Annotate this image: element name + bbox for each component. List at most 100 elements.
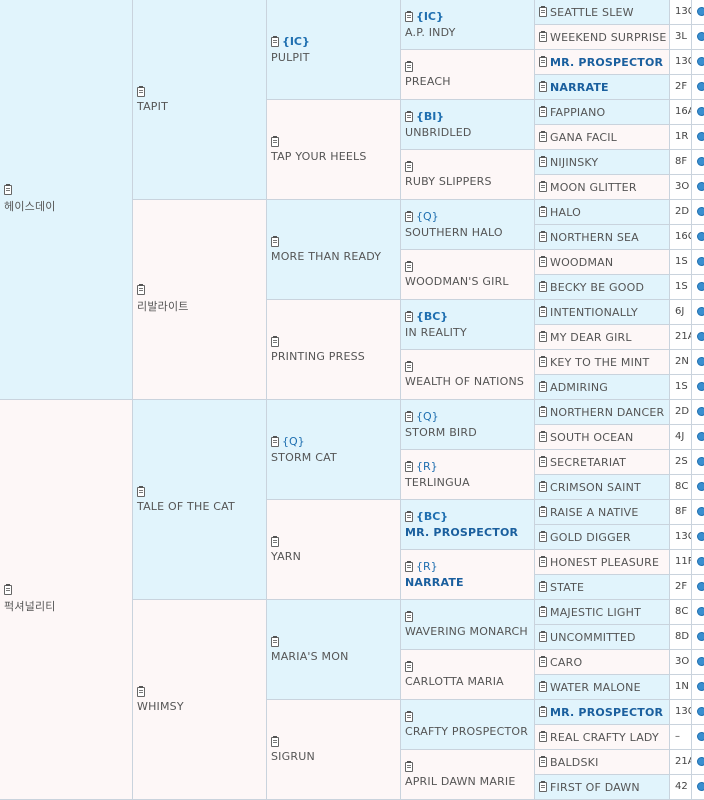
clipboard-icon[interactable]: [405, 760, 413, 772]
clipboard-icon[interactable]: [539, 6, 547, 17]
info-button[interactable]: [692, 75, 704, 100]
info-button[interactable]: [692, 450, 704, 475]
info-button[interactable]: [692, 625, 704, 650]
horse-cell-g5-1[interactable]: WEEKEND SURPRISE: [535, 25, 670, 50]
horse-cell-g5-29[interactable]: REAL CRAFTY LADY: [535, 725, 670, 750]
horse-cell-g4-2[interactable]: {BI} UNBRIDLED: [401, 100, 535, 150]
horse-name[interactable]: UNCOMMITTED: [550, 631, 636, 644]
horse-name[interactable]: TALE OF THE CAT: [137, 500, 235, 513]
info-button[interactable]: [692, 150, 704, 175]
horse-name[interactable]: HALO: [550, 206, 581, 219]
info-button[interactable]: [692, 200, 704, 225]
horse-name[interactable]: WOODMAN'S GIRL: [405, 275, 509, 288]
clipboard-icon[interactable]: [4, 184, 12, 195]
info-icon[interactable]: [697, 282, 704, 291]
info-button[interactable]: [692, 375, 704, 400]
info-icon[interactable]: [697, 582, 704, 591]
clipboard-icon[interactable]: [405, 410, 413, 422]
info-icon[interactable]: [697, 182, 704, 191]
horse-name[interactable]: BECKY BE GOOD: [550, 281, 644, 294]
horse-cell-g5-28[interactable]: MR. PROSPECTOR: [535, 700, 670, 725]
clipboard-icon[interactable]: [137, 685, 145, 697]
horse-cell-g5-4[interactable]: FAPPIANO: [535, 100, 670, 125]
clipboard-icon[interactable]: [271, 235, 279, 247]
info-icon[interactable]: [697, 107, 704, 116]
horse-name[interactable]: MR. PROSPECTOR: [550, 706, 663, 719]
horse-cell-g4-9[interactable]: {R} TERLINGUA: [401, 450, 535, 500]
horse-cell-g5-20[interactable]: RAISE A NATIVE: [535, 500, 670, 525]
horse-name[interactable]: APRIL DAWN MARIE: [405, 775, 516, 788]
horse-name[interactable]: PRINTING PRESS: [271, 350, 365, 363]
clipboard-icon[interactable]: [539, 556, 547, 567]
horse-cell-g2-2[interactable]: TALE OF THE CAT: [133, 400, 267, 600]
horse-name[interactable]: MR. PROSPECTOR: [405, 526, 518, 539]
horse-cell-g5-5[interactable]: GANA FACIL: [535, 125, 670, 150]
horse-cell-g2-3[interactable]: WHIMSY: [133, 600, 267, 800]
horse-name[interactable]: RAISE A NATIVE: [550, 506, 639, 519]
horse-cell-g4-11[interactable]: {R} NARRATE: [401, 550, 535, 600]
horse-cell-g4-4[interactable]: {Q} SOUTHERN HALO: [401, 200, 535, 250]
horse-cell-g5-15[interactable]: ADMIRING: [535, 375, 670, 400]
horse-cell-g5-21[interactable]: GOLD DIGGER: [535, 525, 670, 550]
horse-cell-g5-19[interactable]: CRIMSON SAINT: [535, 475, 670, 500]
clipboard-icon[interactable]: [137, 485, 145, 497]
horse-name[interactable]: 리발라이트: [137, 298, 189, 314]
horse-name[interactable]: FAPPIANO: [550, 106, 605, 119]
horse-cell-g5-16[interactable]: NORTHERN DANCER: [535, 400, 670, 425]
horse-name[interactable]: FIRST OF DAWN: [550, 781, 640, 794]
clipboard-icon[interactable]: [539, 56, 547, 67]
info-icon[interactable]: [697, 507, 704, 516]
info-button[interactable]: [692, 0, 704, 25]
info-button[interactable]: [692, 300, 704, 325]
clipboard-icon[interactable]: [539, 131, 547, 142]
horse-name[interactable]: STORM CAT: [271, 451, 337, 464]
horse-cell-g5-31[interactable]: FIRST OF DAWN: [535, 775, 670, 800]
horse-cell-g3-1[interactable]: TAP YOUR HEELS: [267, 100, 401, 200]
horse-cell-g5-26[interactable]: CARO: [535, 650, 670, 675]
clipboard-icon[interactable]: [405, 560, 413, 572]
info-icon[interactable]: [697, 57, 704, 66]
horse-name[interactable]: NIJINSKY: [550, 156, 598, 169]
horse-name[interactable]: INTENTIONALLY: [550, 306, 638, 319]
horse-cell-g5-10[interactable]: WOODMAN: [535, 250, 670, 275]
horse-name[interactable]: GANA FACIL: [550, 131, 617, 144]
clipboard-icon[interactable]: [539, 181, 547, 192]
clipboard-icon[interactable]: [539, 431, 547, 442]
horse-cell-g5-8[interactable]: HALO: [535, 200, 670, 225]
horse-name[interactable]: CARO: [550, 656, 582, 669]
horse-name[interactable]: IN REALITY: [405, 326, 467, 339]
horse-cell-g5-17[interactable]: SOUTH OCEAN: [535, 425, 670, 450]
horse-cell-g5-12[interactable]: INTENTIONALLY: [535, 300, 670, 325]
clipboard-icon[interactable]: [539, 331, 547, 342]
horse-name[interactable]: NORTHERN DANCER: [550, 406, 664, 419]
horse-name[interactable]: NORTHERN SEA: [550, 231, 639, 244]
horse-cell-g5-14[interactable]: KEY TO THE MINT: [535, 350, 670, 375]
clipboard-icon[interactable]: [271, 635, 279, 647]
info-icon[interactable]: [697, 757, 704, 766]
clipboard-icon[interactable]: [539, 756, 547, 767]
horse-name[interactable]: BALDSKI: [550, 756, 599, 769]
horse-name[interactable]: WHIMSY: [137, 700, 184, 713]
horse-cell-g3-2[interactable]: MORE THAN READY: [267, 200, 401, 300]
clipboard-icon[interactable]: [405, 260, 413, 272]
horse-name[interactable]: PULPIT: [271, 51, 310, 64]
horse-cell-g4-6[interactable]: {BC} IN REALITY: [401, 300, 535, 350]
info-button[interactable]: [692, 50, 704, 75]
horse-name[interactable]: WAVERING MONARCH: [405, 625, 528, 638]
clipboard-icon[interactable]: [405, 660, 413, 672]
horse-name[interactable]: HONEST PLEASURE: [550, 556, 659, 569]
info-button[interactable]: [692, 225, 704, 250]
clipboard-icon[interactable]: [539, 381, 547, 392]
horse-cell-g3-5[interactable]: YARN: [267, 500, 401, 600]
horse-cell-g4-1[interactable]: PREACH: [401, 50, 535, 100]
horse-name[interactable]: ADMIRING: [550, 381, 608, 394]
info-icon[interactable]: [697, 607, 704, 616]
horse-name[interactable]: NARRATE: [405, 576, 464, 589]
info-icon[interactable]: [697, 707, 704, 716]
info-icon[interactable]: [697, 332, 704, 341]
info-icon[interactable]: [697, 557, 704, 566]
info-icon[interactable]: [697, 157, 704, 166]
horse-name[interactable]: GOLD DIGGER: [550, 531, 631, 544]
info-button[interactable]: [692, 425, 704, 450]
horse-name[interactable]: A.P. INDY: [405, 26, 456, 39]
